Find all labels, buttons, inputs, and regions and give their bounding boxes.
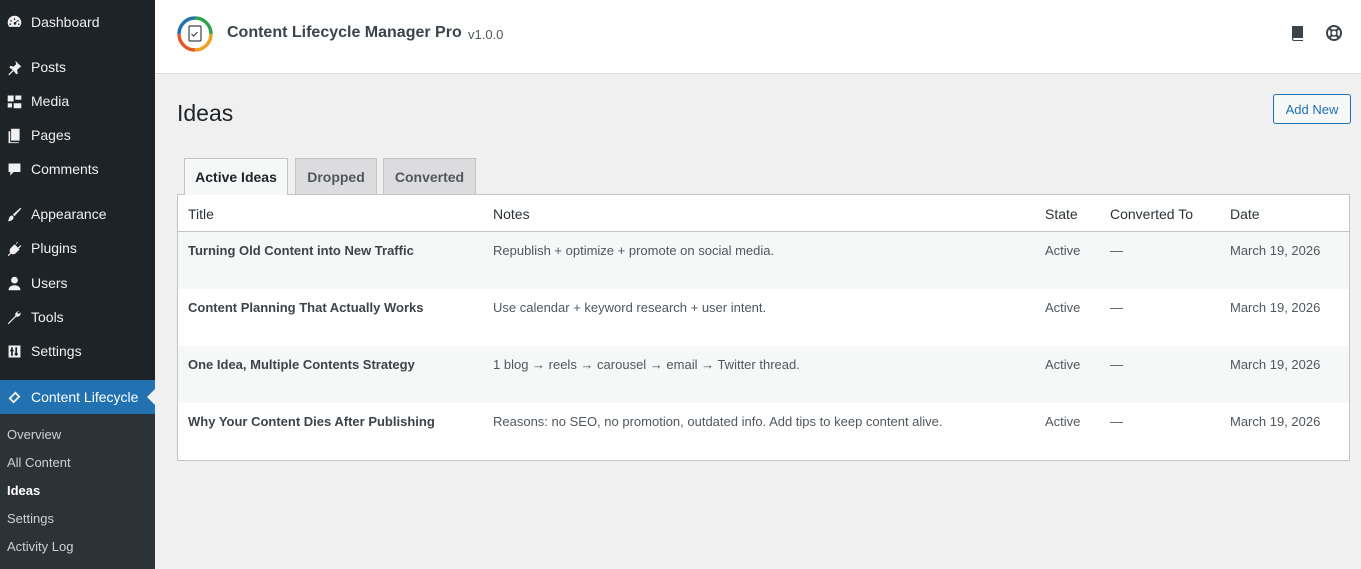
idea-title: Why Your Content Dies After Publishing [188, 414, 435, 429]
table-row: Why Your Content Dies After Publishing R… [178, 403, 1349, 460]
column-header-title: Title [188, 206, 214, 222]
sidebar-item-label: Settings [31, 343, 82, 359]
column-header-date: Date [1230, 206, 1260, 222]
column-header-state: State [1045, 206, 1078, 222]
sidebar-item-label: Posts [31, 59, 67, 75]
comment-icon [4, 159, 24, 179]
sidebar-item-plugins[interactable]: Plugins [0, 231, 155, 265]
sidebar-item-users[interactable]: Users [0, 266, 155, 300]
idea-converted-to: — [1110, 243, 1123, 258]
tab-converted[interactable]: Converted [383, 158, 476, 194]
page-title: Ideas [177, 100, 234, 126]
documentation-book-icon[interactable] [1289, 24, 1307, 42]
sidebar-item-settings[interactable]: Settings [0, 334, 155, 368]
content-lifecycle-icon [4, 387, 24, 407]
idea-date: March 19, 2026 [1230, 300, 1321, 315]
sidebar-item-label: Comments [31, 161, 99, 177]
sidebar-item-appearance[interactable]: Appearance [0, 197, 155, 231]
tab-active-ideas[interactable]: Active Ideas [184, 158, 288, 195]
sidebar-item-label: Pages [31, 127, 71, 143]
admin-sidebar: Dashboard Posts Media Pages Comments App… [0, 0, 155, 569]
idea-notes: 1 blog → reels → carousel → email → Twit… [493, 357, 800, 372]
sidebar-item-label: Plugins [31, 240, 77, 256]
idea-state: Active [1045, 414, 1081, 429]
submenu-item-all-content[interactable]: All Content [7, 455, 71, 470]
sidebar-item-comments[interactable]: Comments [0, 152, 155, 186]
idea-title: Content Planning That Actually Works [188, 300, 424, 315]
add-new-button[interactable]: Add New [1273, 94, 1351, 124]
plugin-header: Content Lifecycle Manager Pro v1.0.0 [155, 0, 1361, 74]
idea-date: March 19, 2026 [1230, 414, 1321, 429]
idea-state: Active [1045, 300, 1081, 315]
sidebar-item-pages[interactable]: Pages [0, 118, 155, 152]
submenu-item-overview[interactable]: Overview [7, 427, 61, 442]
brush-icon [4, 204, 24, 224]
sidebar-item-content-lifecycle[interactable]: Content Lifecycle [0, 380, 155, 414]
idea-state: Active [1045, 243, 1081, 258]
table-row: Content Planning That Actually Works Use… [178, 289, 1349, 346]
sidebar-item-label: Appearance [31, 206, 107, 222]
idea-converted-to: — [1110, 414, 1123, 429]
idea-date: March 19, 2026 [1230, 357, 1321, 372]
idea-notes: Use calendar + keyword research + user i… [493, 300, 767, 315]
dashboard-icon [4, 12, 24, 32]
submenu-item-activity-log[interactable]: Activity Log [7, 539, 73, 554]
plug-icon [4, 238, 24, 258]
column-header-notes: Notes [493, 206, 530, 222]
table-row: Turning Old Content into New Traffic Rep… [178, 232, 1349, 289]
idea-notes: Republish + optimize + promote on social… [493, 243, 775, 258]
submenu-item-settings[interactable]: Settings [7, 511, 54, 526]
table-row: One Idea, Multiple Contents Strategy 1 b… [178, 346, 1349, 403]
idea-title: Turning Old Content into New Traffic [188, 243, 414, 258]
support-lifebuoy-icon[interactable] [1325, 24, 1343, 42]
sidebar-item-dashboard[interactable]: Dashboard [0, 5, 155, 39]
pages-icon [4, 125, 24, 145]
sidebar-item-label: Tools [31, 309, 64, 325]
idea-converted-to: — [1110, 357, 1123, 372]
column-header-converted-to: Converted To [1110, 206, 1194, 222]
sidebar-item-tools[interactable]: Tools [0, 300, 155, 334]
sidebar-item-label: Users [31, 275, 68, 291]
idea-converted-to: — [1110, 300, 1123, 315]
submenu-item-ideas[interactable]: Ideas [7, 483, 40, 498]
settings-icon [4, 341, 24, 361]
sidebar-item-label: Media [31, 93, 70, 109]
idea-state: Active [1045, 357, 1081, 372]
user-icon [4, 273, 24, 293]
sidebar-item-label: Dashboard [31, 14, 100, 30]
idea-title: One Idea, Multiple Contents Strategy [188, 357, 415, 372]
idea-date: March 19, 2026 [1230, 243, 1321, 258]
tab-dropped[interactable]: Dropped [295, 158, 377, 194]
pin-icon [4, 57, 24, 77]
ideas-table: Title Notes State Converted To Date Turn… [177, 194, 1350, 461]
media-icon [4, 91, 24, 111]
sidebar-item-posts[interactable]: Posts [0, 50, 155, 84]
sidebar-item-media[interactable]: Media [0, 84, 155, 118]
idea-notes: Reasons: no SEO, no promotion, outdated … [493, 414, 943, 429]
sidebar-item-label: Content Lifecycle [31, 389, 139, 405]
wrench-icon [4, 307, 24, 327]
plugin-logo-icon [177, 16, 213, 52]
plugin-version: v1.0.0 [468, 27, 504, 42]
plugin-title: Content Lifecycle Manager Pro [227, 24, 462, 41]
content-lifecycle-submenu: Overview All Content Ideas Settings Acti… [0, 414, 155, 569]
